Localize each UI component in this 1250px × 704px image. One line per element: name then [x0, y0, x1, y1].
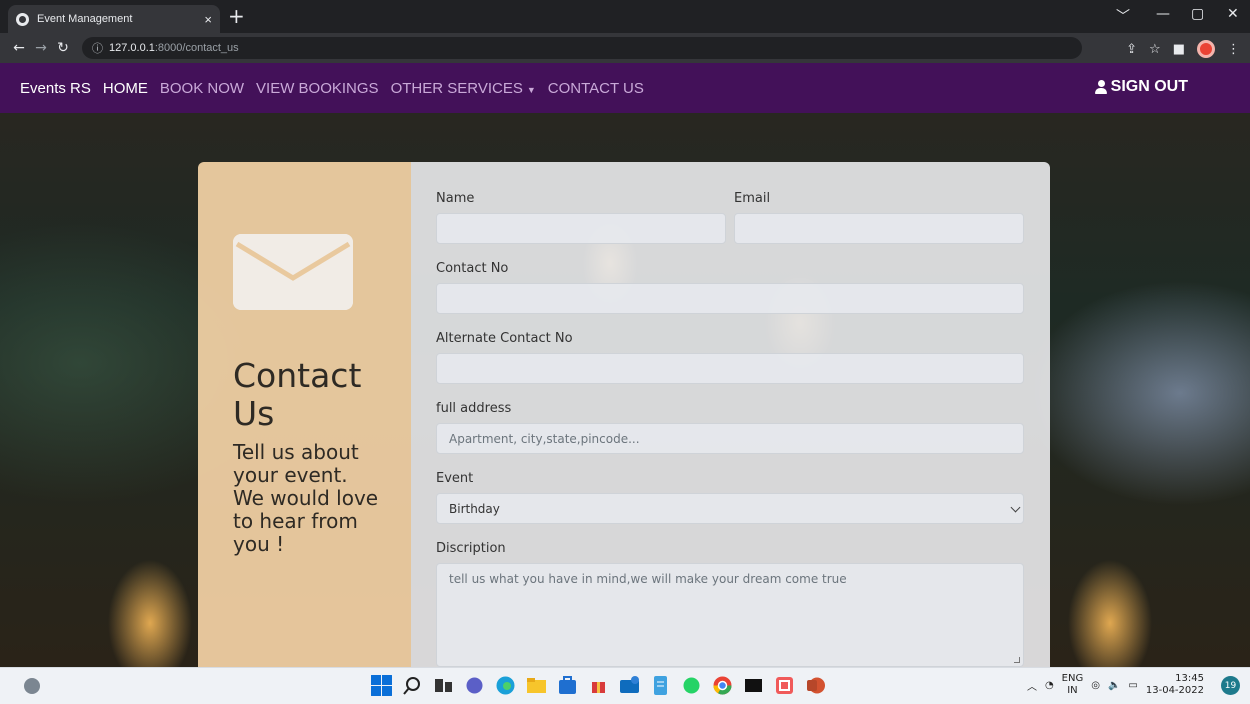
- address-label: full address: [436, 401, 512, 416]
- task-view-icon[interactable]: [432, 674, 455, 697]
- browser-tab-strip: Event Management × + ﹀ — ▢ ✕: [0, 0, 1250, 33]
- notification-badge[interactable]: 19: [1221, 676, 1240, 695]
- address-bar[interactable]: ⓘ 127.0.0.1:8000/contact_us: [82, 37, 1082, 59]
- url-host: 127.0.0.1: [109, 42, 155, 54]
- network-tray-icon[interactable]: ◔: [1045, 680, 1054, 691]
- contact-no-input[interactable]: [436, 283, 1024, 314]
- lang-top: ENG: [1061, 673, 1084, 684]
- clock-time: 13:45: [1175, 673, 1204, 684]
- sidepanel-icon[interactable]: ■: [1173, 42, 1185, 57]
- site-info-icon[interactable]: ⓘ: [92, 40, 103, 56]
- forward-icon[interactable]: →: [30, 40, 52, 56]
- whatsapp-icon[interactable]: [680, 674, 703, 697]
- user-icon: [1094, 80, 1107, 94]
- weather-icon[interactable]: [24, 678, 40, 694]
- browser-tab[interactable]: Event Management ×: [8, 5, 220, 33]
- terminal-icon[interactable]: [742, 674, 765, 697]
- back-icon[interactable]: ←: [8, 40, 30, 56]
- maximize-button[interactable]: ▢: [1191, 6, 1204, 22]
- chrome-icon[interactable]: [711, 674, 734, 697]
- envelope-icon: [233, 234, 353, 310]
- edge-icon[interactable]: [494, 674, 517, 697]
- language-indicator[interactable]: ENG IN: [1062, 673, 1084, 697]
- search-icon[interactable]: [401, 674, 424, 697]
- nav-view-bookings[interactable]: VIEW BOOKINGS: [256, 80, 379, 97]
- nav-book-now[interactable]: BOOK NOW: [160, 80, 244, 97]
- minimize-button[interactable]: —: [1156, 6, 1170, 22]
- contact-form: Name Email Contact No Alternate Contact …: [411, 162, 1050, 667]
- resize-handle-icon[interactable]: [1014, 657, 1020, 663]
- address-input[interactable]: Apartment, city,state,pincode...: [436, 423, 1024, 454]
- mail-icon[interactable]: [618, 674, 641, 697]
- profile-avatar[interactable]: [1197, 40, 1215, 58]
- site-navbar: Events RS HOME BOOK NOW VIEW BOOKINGS OT…: [0, 63, 1250, 113]
- windows-start-icon[interactable]: [370, 674, 393, 697]
- contact-card: Contact Us Tell us about your event. We …: [198, 162, 1050, 667]
- bookmark-star-icon[interactable]: ☆: [1149, 42, 1161, 57]
- nav-home[interactable]: HOME: [103, 80, 148, 97]
- contact-subtitle: Tell us about your event. We would love …: [233, 440, 379, 556]
- event-select[interactable]: Birthday: [436, 493, 1024, 524]
- close-window-button[interactable]: ✕: [1227, 6, 1239, 22]
- nav-other-services[interactable]: OTHER SERVICES ▼: [391, 80, 536, 97]
- globe-icon: [16, 12, 29, 26]
- clock[interactable]: 13:45 13-04-2022: [1146, 673, 1204, 697]
- store-icon[interactable]: [556, 674, 579, 697]
- chevron-up-icon[interactable]: ︿: [1027, 678, 1037, 693]
- code-editor-icon[interactable]: [773, 674, 796, 697]
- name-input[interactable]: [436, 213, 726, 244]
- lang-bottom: IN: [1067, 685, 1078, 696]
- clock-date: 13-04-2022: [1145, 685, 1204, 696]
- file-explorer-icon[interactable]: [525, 674, 548, 697]
- caret-down-icon: ▼: [526, 84, 536, 95]
- sign-out-button[interactable]: SIGN OUT: [1094, 78, 1188, 96]
- email-input[interactable]: [734, 213, 1024, 244]
- contact-no-label: Contact No: [436, 261, 509, 276]
- share-icon[interactable]: ⇪: [1126, 42, 1137, 57]
- volume-icon[interactable]: 🔈: [1108, 680, 1120, 691]
- battery-icon[interactable]: ▭: [1128, 680, 1137, 691]
- chevron-down-icon: [1010, 502, 1021, 513]
- url-path: :8000/contact_us: [154, 42, 239, 54]
- wifi-icon[interactable]: ◎: [1091, 680, 1100, 691]
- gift-icon[interactable]: [587, 674, 610, 697]
- system-tray: ︿ ◔ ENG IN ◎ 🔈 ▭ 13:45 13-04-2022: [1027, 673, 1204, 697]
- tab-title: Event Management: [37, 13, 133, 25]
- brand-link[interactable]: Events RS: [20, 80, 91, 97]
- taskbar-apps: [370, 674, 827, 697]
- contact-info-panel: Contact Us Tell us about your event. We …: [198, 162, 411, 667]
- tab-close-icon[interactable]: ×: [204, 12, 212, 27]
- nav-contact-us[interactable]: CONTACT US: [548, 80, 644, 97]
- description-placeholder: tell us what you have in mind,we will ma…: [449, 572, 847, 586]
- powerpoint-icon[interactable]: [804, 674, 827, 697]
- menu-icon[interactable]: ⋮: [1227, 42, 1240, 57]
- email-label: Email: [734, 191, 771, 206]
- event-label: Event: [436, 471, 474, 486]
- event-selected-value: Birthday: [449, 501, 500, 516]
- notepad-icon[interactable]: [649, 674, 672, 697]
- nav-other-services-label: OTHER SERVICES: [390, 79, 523, 97]
- description-textarea[interactable]: tell us what you have in mind,we will ma…: [436, 563, 1024, 667]
- tab-search-icon[interactable]: ﹀: [1116, 6, 1130, 26]
- contact-title: Contact Us: [233, 356, 362, 433]
- page-background: Events RS HOME BOOK NOW VIEW BOOKINGS OT…: [0, 63, 1250, 667]
- alt-contact-label: Alternate Contact No: [436, 331, 573, 346]
- name-label: Name: [436, 191, 475, 206]
- os-taskbar: ︿ ◔ ENG IN ◎ 🔈 ▭ 13:45 13-04-2022 19: [0, 667, 1250, 704]
- new-tab-button[interactable]: +: [228, 4, 245, 28]
- alt-contact-input[interactable]: [436, 353, 1024, 384]
- browser-toolbar: ← → ↻ ⓘ 127.0.0.1:8000/contact_us ⇪ ☆ ■ …: [0, 33, 1250, 63]
- reload-icon[interactable]: ↻: [52, 40, 74, 56]
- sign-out-label: SIGN OUT: [1110, 78, 1188, 95]
- description-label: Discription: [436, 541, 506, 556]
- chat-icon[interactable]: [463, 674, 486, 697]
